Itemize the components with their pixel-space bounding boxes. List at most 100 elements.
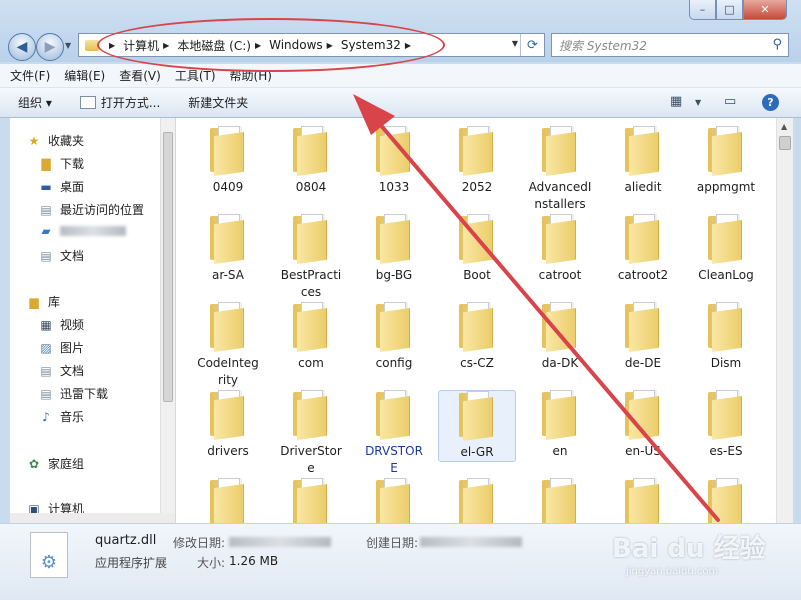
folder-item[interactable]	[355, 478, 433, 523]
folder-label: 2052	[461, 180, 493, 194]
folder-item[interactable]: ar-SA	[189, 214, 267, 284]
sidebar-item-pictures[interactable]: ▨ 图片	[38, 339, 84, 356]
folder-label: 0409	[212, 180, 244, 194]
menu-view[interactable]: 查看(V)	[119, 67, 161, 84]
menu-edit[interactable]: 编辑(E)	[64, 67, 105, 84]
folder-item[interactable]: appmgmt	[687, 126, 765, 196]
folder-item[interactable]	[687, 478, 765, 523]
folder-label: en	[552, 444, 568, 458]
new-folder-button[interactable]: 新建文件夹	[188, 94, 248, 111]
address-bar[interactable]: ▶ 计算机 ▶ 本地磁盘 (C:) ▶ Windows ▶ System32 ▶ ▼ ⟳	[78, 33, 545, 57]
folder-item[interactable]: 2052	[438, 126, 516, 196]
folder-item[interactable]	[438, 478, 516, 523]
menu-file[interactable]: 文件(F)	[10, 67, 50, 84]
refresh-icon[interactable]: ⟳	[520, 34, 544, 56]
folder-item[interactable]: com	[272, 302, 350, 372]
folder-item[interactable]	[521, 478, 599, 523]
sidebar-item-music[interactable]: ♪ 音乐	[38, 408, 84, 425]
maximize-button[interactable]: □	[716, 0, 743, 20]
minimize-button[interactable]: –	[689, 0, 716, 20]
menu-help[interactable]: 帮助(H)	[230, 67, 272, 84]
folder-label: Dism	[710, 356, 742, 370]
sidebar-item-user[interactable]: ▰	[38, 224, 126, 238]
music-icon: ♪	[42, 409, 50, 424]
scrollbar-thumb[interactable]	[779, 136, 791, 150]
folder-item[interactable]: drivers	[189, 390, 267, 460]
sidebar-item-documents-fav[interactable]: ▤ 文档	[38, 247, 84, 264]
folder-item[interactable]: CleanLog	[687, 214, 765, 284]
view-options-icon[interactable]: ▦	[670, 94, 682, 109]
folder-item[interactable]: DRVSTOR E	[355, 390, 433, 477]
folder-item[interactable]: aliedit	[604, 126, 682, 196]
folder-icon	[540, 126, 580, 177]
help-icon[interactable]: ?	[762, 94, 779, 111]
folder-label: CleanLog	[698, 268, 754, 282]
breadcrumb-computer[interactable]: 计算机 ▶	[123, 37, 177, 54]
folder-item[interactable]	[604, 478, 682, 523]
folder-label: bg-BG	[375, 268, 413, 282]
folder-item[interactable]: bg-BG	[355, 214, 433, 284]
sidebar-item-homegroup[interactable]: ✿ 家庭组	[26, 455, 84, 472]
back-arrow-icon: ◀	[16, 39, 28, 55]
application-icon	[79, 96, 96, 109]
navigation-horizontal-scrollbar[interactable]	[10, 513, 175, 523]
recent-pages-dropdown-icon[interactable]: ▼	[65, 41, 71, 50]
search-icon[interactable]: ⚲	[772, 37, 782, 52]
folder-item[interactable]: Dism	[687, 302, 765, 372]
folder-icon	[540, 478, 580, 523]
sidebar-item-videos[interactable]: ▦ 视频	[38, 316, 84, 333]
address-history-dropdown-icon[interactable]: ▼	[512, 39, 518, 48]
folder-item[interactable]: BestPracti ces	[272, 214, 350, 301]
navigation-scrollbar[interactable]	[160, 118, 175, 523]
file-list-scrollbar[interactable]: ▲	[776, 118, 793, 523]
close-button[interactable]: ✕	[743, 0, 787, 20]
scroll-up-icon[interactable]: ▲	[781, 122, 787, 131]
search-input[interactable]: 搜索 System32 ⚲	[551, 33, 789, 57]
folder-label: es-ES	[709, 444, 743, 458]
folder-item[interactable]: cs-CZ	[438, 302, 516, 372]
folder-item[interactable]: en-US	[604, 390, 682, 460]
folder-item[interactable]	[272, 478, 350, 523]
folder-label: appmgmt	[696, 180, 756, 194]
view-dropdown-icon[interactable]: ▼	[695, 98, 701, 107]
folder-item[interactable]: CodeInteg rity	[189, 302, 267, 389]
modified-label: 修改日期:	[173, 536, 226, 550]
folder-item[interactable]: Boot	[438, 214, 516, 284]
folder-item[interactable]: de-DE	[604, 302, 682, 372]
folder-item[interactable]	[189, 478, 267, 523]
video-icon: ▦	[40, 317, 52, 332]
folder-item[interactable]: da-DK	[521, 302, 599, 372]
preview-pane-icon[interactable]: ▭	[724, 94, 736, 109]
sidebar-item-desktop[interactable]: ▬ 桌面	[38, 178, 84, 195]
folder-item[interactable]: 0804	[272, 126, 350, 196]
folder-item[interactable]: 0409	[189, 126, 267, 196]
breadcrumb-system32[interactable]: System32 ▶	[341, 38, 419, 52]
forward-button[interactable]: ▶	[36, 33, 64, 61]
back-button[interactable]: ◀	[8, 33, 36, 61]
sidebar-item-recent[interactable]: ▤ 最近访问的位置	[38, 201, 144, 218]
breadcrumb-windows[interactable]: Windows ▶	[269, 38, 341, 52]
menu-tools[interactable]: 工具(T)	[175, 67, 216, 84]
folder-item[interactable]: el-GR	[438, 390, 516, 462]
open-with-button[interactable]: 打开方式...	[79, 94, 160, 111]
sidebar-item-downloads[interactable]: ▇ 下载	[38, 155, 84, 172]
folder-item[interactable]: en	[521, 390, 599, 460]
breadcrumb-local-disk[interactable]: 本地磁盘 (C:) ▶	[177, 37, 269, 54]
folder-item[interactable]: catroot2	[604, 214, 682, 284]
organize-button[interactable]: 组织 ▾	[18, 94, 52, 111]
folder-item[interactable]: config	[355, 302, 433, 372]
folder-item[interactable]: 1033	[355, 126, 433, 196]
sidebar-item-documents[interactable]: ▤ 文档	[38, 362, 84, 379]
folder-item[interactable]: es-ES	[687, 390, 765, 460]
sidebar-item-favorites[interactable]: ★ 收藏夹	[26, 132, 84, 149]
folder-label: config	[375, 356, 413, 370]
breadcrumb-separator-icon[interactable]: ▶	[105, 41, 123, 50]
sidebar-item-xunlei[interactable]: ▤ 迅雷下载	[38, 385, 108, 402]
scrollbar-thumb[interactable]	[163, 132, 173, 402]
sidebar-item-libraries[interactable]: ▆ 库	[26, 293, 60, 310]
folder-item[interactable]: DriverStor e	[272, 390, 350, 477]
folder-icon	[457, 214, 497, 265]
folder-label: en-US	[625, 444, 661, 458]
folder-item[interactable]: catroot	[521, 214, 599, 284]
folder-item[interactable]: AdvancedI nstallers	[521, 126, 599, 213]
